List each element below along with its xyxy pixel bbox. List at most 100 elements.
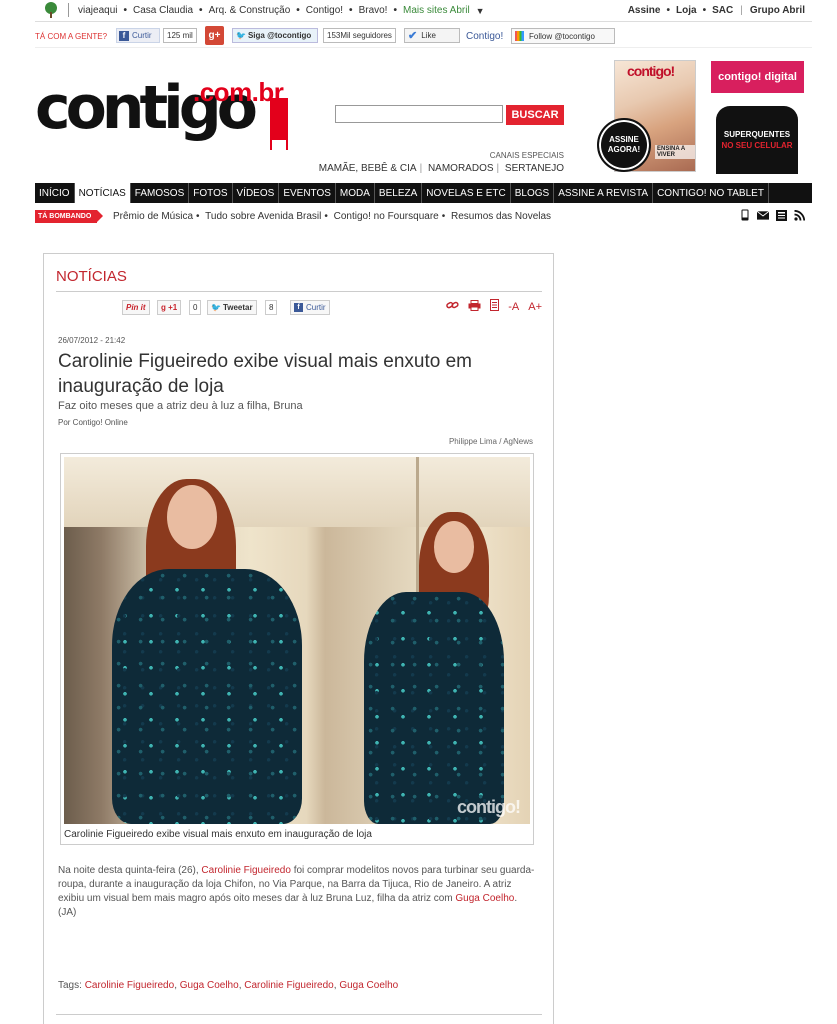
article-byline: Por Contigo! Online	[58, 418, 128, 427]
channel-link-mamae-bebe[interactable]: MAMÃE, BEBÊ & CIA	[319, 163, 417, 174]
nav-item-famosos[interactable]: FAMOSOS	[131, 183, 190, 203]
document-icon[interactable]	[490, 299, 500, 314]
nav-item-eventos[interactable]: EVENTOS	[279, 183, 336, 203]
divider	[56, 291, 542, 292]
photo-caption: Carolinie Figueiredo exibe visual mais e…	[64, 829, 372, 840]
like-button[interactable]: ✔ Like	[404, 28, 460, 43]
trending-links: Prêmio de Música • Tudo sobre Avenida Bra…	[113, 211, 552, 222]
nav-item-beleza[interactable]: BELEZA	[375, 183, 423, 203]
person-link[interactable]: Guga Coelho	[455, 893, 514, 904]
article-subtitle: Faz oito meses que a atriz deu à luz a f…	[58, 400, 303, 412]
trending-link[interactable]: Resumos das Novelas	[451, 211, 551, 222]
font-increase-button[interactable]: A+	[528, 301, 542, 313]
trending-link[interactable]: Prêmio de Música	[113, 211, 193, 222]
article-box: NOTÍCIAS Pin it g +1 0 🐦 Tweetar 8 f Curti…	[43, 253, 554, 1024]
print-icon[interactable]	[468, 299, 481, 314]
mobile-icon[interactable]	[739, 209, 751, 221]
tag-link[interactable]: Carolinie Figueiredo	[244, 980, 334, 991]
more-sites-dropdown[interactable]: Mais sites Abril	[403, 5, 470, 16]
google-plus-one-button[interactable]: g +1	[157, 300, 182, 315]
trending-link[interactable]: Contigo! no Foursquare	[334, 211, 439, 222]
google-plus-icon[interactable]: g+	[205, 26, 224, 45]
special-channels-label: CANAIS ESPECIAIS	[489, 151, 564, 160]
nav-item-assine[interactable]: ASSINE A REVISTA	[554, 183, 654, 203]
divider	[56, 1014, 542, 1015]
nav-item-inicio[interactable]: INÍCIO	[35, 183, 75, 203]
article-tags: Tags: Carolinie Figueiredo, Guga Coelho,…	[58, 980, 399, 991]
facebook-icon: f	[294, 303, 303, 312]
facebook-like-count: 125 mil	[163, 28, 197, 43]
twitter-follower-count: 153Mil seguidores	[323, 28, 396, 43]
site-link-casa-claudia[interactable]: Casa Claudia	[133, 5, 193, 16]
contigo-digital-banner[interactable]: contigo! digital	[711, 61, 804, 93]
top-bar: viajeaqui • Casa Claudia • Arq. & Construç…	[35, 0, 812, 22]
mobile-promo-banner[interactable]: SUPERQUENTES NO SEU CELULAR	[716, 106, 798, 174]
social-bar: TÁ COM A GENTE? f Curtir 125 mil g+ 🐦 Siga…	[35, 26, 812, 48]
tag-link[interactable]: Carolinie Figueiredo	[85, 980, 175, 991]
mobile-promo-line1: SUPERQUENTES	[723, 130, 791, 139]
site-link-bravo[interactable]: Bravo!	[359, 5, 388, 16]
tag-link[interactable]: Guga Coelho	[180, 980, 239, 991]
pinterest-button[interactable]: Pin it	[122, 300, 150, 315]
google-plus-icon: g	[161, 303, 166, 312]
person-link[interactable]: Carolinie Figueiredo	[201, 865, 291, 876]
twitter-icon: 🐦	[211, 303, 221, 312]
site-logo[interactable]: contigo .com.br	[35, 77, 288, 154]
facebook-like-button[interactable]: f Curtir	[290, 300, 330, 315]
mobile-promo-line2: NO SEU CELULAR	[721, 141, 793, 150]
link-icon[interactable]	[446, 300, 459, 313]
twitter-follow-button[interactable]: 🐦 Siga @tocontigo	[232, 28, 318, 43]
nav-item-novelas[interactable]: NOVELAS E ETC	[422, 183, 511, 203]
site-link-viajeaqui[interactable]: viajeaqui	[78, 5, 117, 16]
article-photo[interactable]: contigo!	[64, 457, 530, 824]
abril-tree-icon[interactable]	[42, 1, 60, 19]
tweet-count: 8	[265, 300, 278, 315]
nav-item-moda[interactable]: MODA	[336, 183, 375, 203]
search-input[interactable]	[335, 105, 503, 123]
assine-agora-badge[interactable]: ASSINE AGORA!	[597, 118, 651, 172]
site-link-arq-construcao[interactable]: Arq. & Construção	[209, 5, 291, 16]
channel-link-sertanejo[interactable]: SERTANEJO	[505, 163, 564, 174]
nav-item-noticias[interactable]: NOTÍCIAS	[74, 183, 131, 203]
magazine-cover-title: contigo!	[627, 63, 675, 79]
news-icon[interactable]	[775, 209, 787, 221]
facebook-icon: f	[119, 30, 129, 41]
magazine-cover-tag: ENSINA A VIVER	[655, 145, 695, 159]
sac-link[interactable]: SAC	[712, 5, 733, 16]
article-title: Carolinie Figueiredo exibe visual mais e…	[58, 351, 472, 397]
google-plus-count: 0	[189, 300, 202, 315]
top-right-links: Assine • Loja • SAC | Grupo Abril	[627, 5, 805, 16]
nav-item-tablet[interactable]: CONTIGO! NO TABLET	[653, 183, 769, 203]
loja-link[interactable]: Loja	[676, 5, 697, 16]
tags-label: Tags:	[58, 980, 82, 991]
grupo-abril-link[interactable]: Grupo Abril	[750, 5, 805, 16]
rss-icon[interactable]	[793, 209, 805, 221]
search-button[interactable]: BUSCAR	[506, 105, 564, 125]
article-date: 26/07/2012 - 21:42	[58, 336, 126, 345]
logo-domain: .com.br	[193, 77, 284, 107]
instagram-follow-button[interactable]: Follow @tocontigo	[511, 28, 615, 44]
assine-link[interactable]: Assine	[628, 5, 661, 16]
section-title: NOTÍCIAS	[56, 268, 127, 285]
abril-sites-links: viajeaqui • Casa Claudia • Arq. & Construç…	[78, 5, 485, 16]
article-body: Na noite desta quinta-feira (26), Caroli…	[58, 865, 535, 918]
trending-link[interactable]: Tudo sobre Avenida Brasil	[205, 211, 321, 222]
facebook-like-button[interactable]: f Curtir	[116, 28, 160, 43]
nav-item-fotos[interactable]: FOTOS	[189, 183, 233, 203]
photo-watermark: contigo!	[457, 797, 521, 817]
caret-down-icon[interactable]: ▼	[476, 6, 485, 16]
article-tools: -A A+	[446, 299, 542, 314]
site-link-contigo[interactable]: Contigo!	[306, 5, 343, 16]
trending-tag: TÁ BOMBANDO	[35, 210, 103, 223]
check-icon: ✔	[408, 30, 418, 42]
channel-link-namorados[interactable]: NAMORADOS	[428, 163, 494, 174]
nav-item-blogs[interactable]: BLOGS	[511, 183, 555, 203]
tag-link[interactable]: Guga Coelho	[339, 980, 398, 991]
facebook-page-link[interactable]: Contigo!	[466, 31, 503, 42]
main-navigation: INÍCIO NOTÍCIAS FAMOSOS FOTOS VÍDEOS EVE…	[35, 183, 812, 203]
newsletter-icon[interactable]	[757, 209, 769, 221]
quick-icons	[739, 209, 805, 221]
tweet-button[interactable]: 🐦 Tweetar	[207, 300, 257, 315]
nav-item-videos[interactable]: VÍDEOS	[233, 183, 280, 203]
font-decrease-button[interactable]: -A	[508, 301, 519, 313]
